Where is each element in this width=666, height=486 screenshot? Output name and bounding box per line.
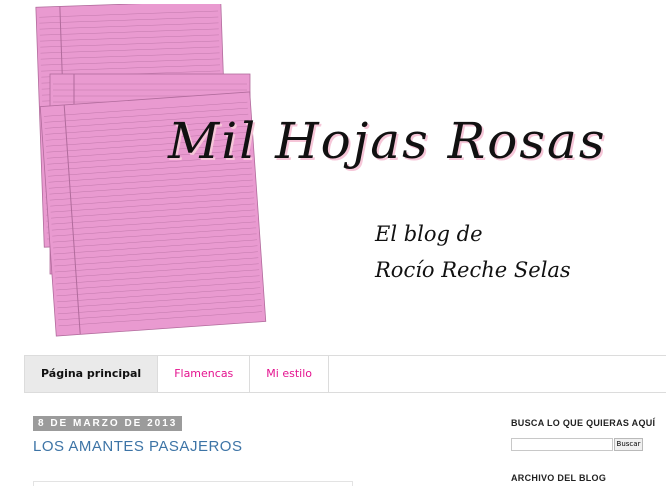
blog-title[interactable]: Mil Hojas Rosas xyxy=(168,112,607,170)
tab-flamencas[interactable]: Flamencas xyxy=(158,356,251,392)
blog-tagline-line2: Rocío Reche Selas xyxy=(375,258,571,282)
search-widget-heading: BUSCA LO QUE QUIERAS AQUÍ xyxy=(511,418,656,428)
page-navigation: Página principal Flamencas Mi estilo xyxy=(24,355,666,393)
archive-widget-heading: ARCHIVO DEL BLOG xyxy=(511,473,607,483)
tab-mi-estilo[interactable]: Mi estilo xyxy=(250,356,329,392)
post-date-header: 8 DE MARZO DE 2013 xyxy=(33,416,183,431)
blog-header: Mil Hojas Rosas El blog de Rocío Reche S… xyxy=(0,0,666,350)
tab-pagina-principal[interactable]: Página principal xyxy=(25,356,159,392)
post-title-link[interactable]: LOS AMANTES PASAJEROS xyxy=(33,438,242,455)
blog-tagline-line1: El blog de xyxy=(375,222,483,246)
post-body-frame xyxy=(33,481,353,486)
search-button[interactable]: Buscar xyxy=(614,438,643,451)
pink-paper-stack-illustration xyxy=(35,4,267,337)
search-input[interactable] xyxy=(511,438,613,451)
